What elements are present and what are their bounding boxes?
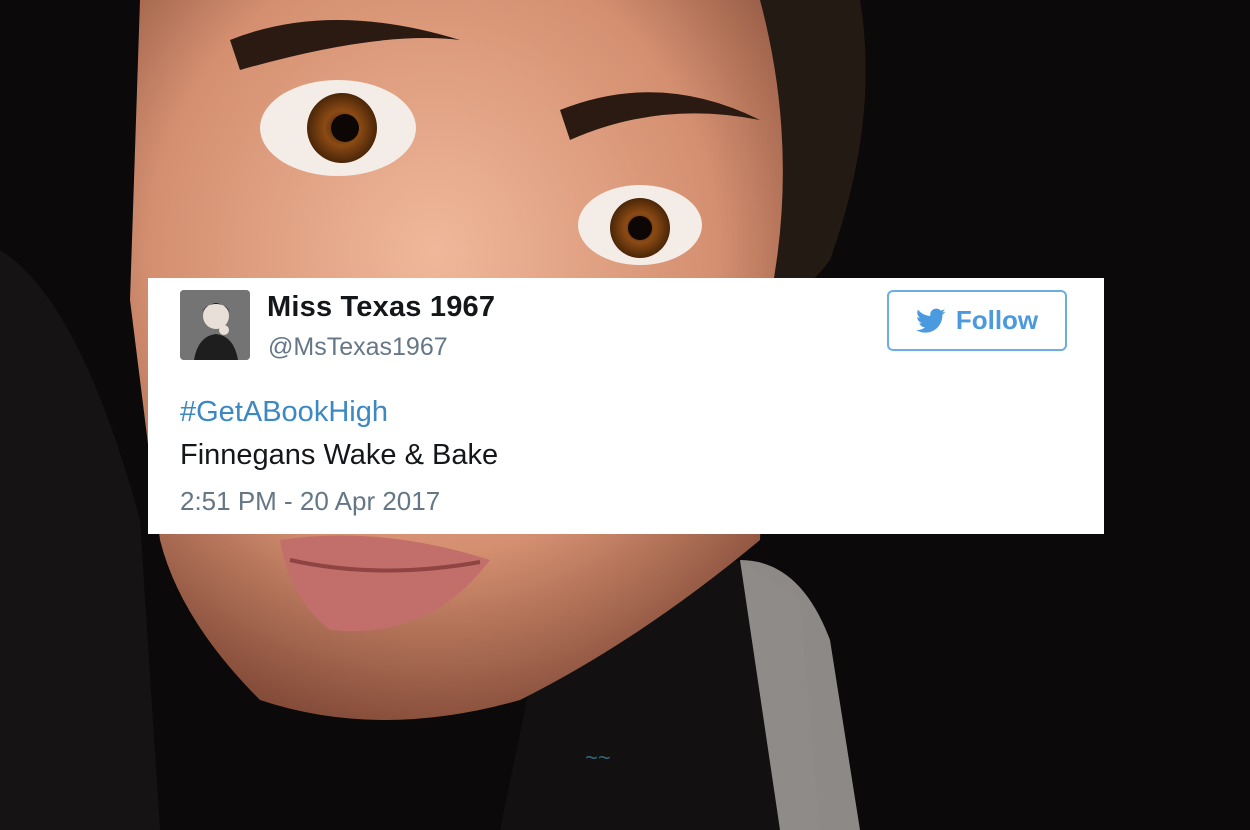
tweet-text: Finnegans Wake & Bake (180, 439, 499, 471)
svg-text:~~: ~~ (585, 745, 611, 770)
twitter-bird-icon (915, 308, 946, 333)
follow-button[interactable]: Follow (887, 290, 1067, 351)
avatar[interactable] (180, 290, 250, 360)
tweet-card: Miss Texas 1967 @MsTexas1967 Follow #Get… (148, 278, 1104, 534)
follow-label: Follow (955, 305, 1039, 335)
tweet-timestamp[interactable]: 2:51 PM - 20 Apr 2017 (180, 486, 440, 517)
user-handle[interactable]: @MsTexas1967 (268, 333, 448, 362)
hashtag-link[interactable]: #GetABookHigh (180, 396, 388, 429)
avatar-image (180, 290, 250, 360)
display-name[interactable]: Miss Texas 1967 (267, 291, 495, 324)
